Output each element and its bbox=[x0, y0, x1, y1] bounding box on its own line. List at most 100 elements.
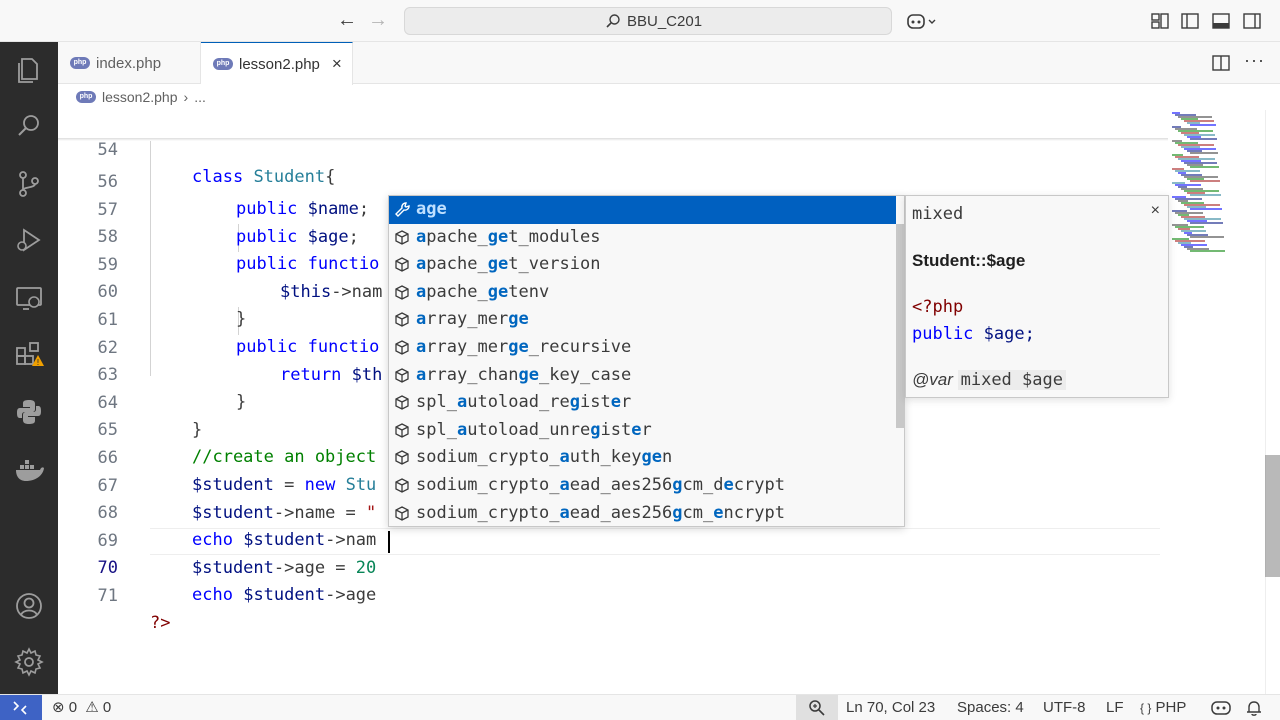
suggest-item-label: sodium_crypto_aead_aes256gcm_decrypt bbox=[416, 475, 785, 495]
suggest-item[interactable]: sodium_crypto_auth_keygen bbox=[389, 444, 896, 472]
method-icon bbox=[395, 423, 409, 438]
indentation[interactable]: Spaces: 4 bbox=[957, 698, 1024, 718]
text-cursor bbox=[388, 531, 390, 553]
zoom-button[interactable] bbox=[796, 695, 838, 720]
php-file-icon: php bbox=[213, 58, 233, 70]
search-icon bbox=[606, 14, 620, 28]
end-of-line[interactable]: LF bbox=[1106, 698, 1124, 718]
error-icon: ⊗ bbox=[52, 699, 65, 716]
toggle-secondary-sidebar-icon[interactable] bbox=[1242, 11, 1262, 31]
extensions-icon[interactable]: ! bbox=[13, 339, 45, 371]
minimap-line bbox=[1190, 124, 1216, 126]
code-line: 57 public $age; bbox=[58, 170, 1168, 247]
language-mode[interactable]: { } PHP bbox=[1140, 698, 1186, 718]
remote-explorer-icon[interactable] bbox=[13, 282, 45, 314]
details-symbol: Student::$age bbox=[912, 251, 1026, 270]
method-icon bbox=[395, 257, 409, 272]
editor-tabs: php index.php php lesson2.php × ··· bbox=[58, 42, 1280, 85]
back-arrow-icon[interactable]: ← bbox=[335, 8, 359, 32]
split-editor-icon[interactable] bbox=[1212, 54, 1230, 72]
encoding[interactable]: UTF-8 bbox=[1043, 698, 1086, 718]
run-debug-icon[interactable] bbox=[13, 224, 45, 256]
editor-scrollbar-thumb[interactable] bbox=[1265, 455, 1280, 577]
suggest-item-label: spl_autoload_unregister bbox=[416, 419, 652, 440]
more-actions-icon[interactable]: ··· bbox=[1244, 50, 1265, 71]
notifications-bell-icon[interactable] bbox=[1245, 699, 1263, 717]
minimap-line bbox=[1190, 194, 1221, 196]
command-center[interactable]: BBU_C201 bbox=[404, 7, 892, 35]
suggest-item-label: array_change_key_case bbox=[416, 364, 632, 385]
breadcrumb-symbol[interactable]: ... bbox=[194, 89, 206, 105]
suggest-item[interactable]: sodium_crypto_aead_aes256gcm_encrypt bbox=[389, 500, 896, 528]
suggest-details: mixed × Student::$age <?php public $age;… bbox=[905, 195, 1169, 398]
close-icon[interactable]: × bbox=[1151, 202, 1160, 220]
status-bar: ⊗ 0 ⚠ 0 Ln 70, Col 23 Spaces: 4 UTF-8 LF… bbox=[0, 694, 1280, 720]
copilot-status-icon[interactable] bbox=[1210, 699, 1232, 717]
suggest-item-label: apache_getenv bbox=[416, 281, 550, 302]
minimap-line bbox=[1190, 180, 1220, 182]
toggle-primary-sidebar-icon[interactable] bbox=[1180, 11, 1200, 31]
minimap-line bbox=[1190, 222, 1223, 224]
breadcrumb: php lesson2.php › ... bbox=[76, 86, 206, 108]
suggest-item[interactable]: array_merge_recursive bbox=[389, 334, 896, 362]
suggest-item[interactable]: sodium_crypto_aead_aes256gcm_decrypt bbox=[389, 472, 896, 500]
python-icon[interactable] bbox=[13, 396, 45, 428]
details-type: mixed bbox=[912, 204, 964, 224]
code-line: 71 ?> bbox=[58, 556, 1168, 633]
suggest-scrollbar[interactable] bbox=[896, 224, 905, 428]
explorer-icon[interactable] bbox=[13, 54, 45, 86]
editor-scrollbar-track[interactable] bbox=[1265, 110, 1280, 694]
accounts-icon[interactable] bbox=[13, 590, 45, 622]
method-icon bbox=[395, 367, 409, 383]
code-line: 56 public $name; bbox=[58, 142, 1168, 219]
search-icon[interactable] bbox=[13, 110, 45, 142]
details-code-decl: public $age; bbox=[912, 324, 1035, 344]
activity-bar: ! bbox=[0, 42, 58, 694]
method-icon bbox=[395, 395, 409, 410]
suggest-item-label: sodium_crypto_auth_keygen bbox=[416, 447, 673, 468]
php-file-icon: php bbox=[76, 91, 96, 103]
suggest-item[interactable]: spl_autoload_register bbox=[389, 389, 896, 417]
remote-indicator[interactable] bbox=[0, 695, 42, 720]
error-count: 0 bbox=[68, 699, 78, 716]
code-line-current: 70 echo $student->age bbox=[58, 528, 1168, 605]
suggest-item[interactable]: apache_getenv bbox=[389, 279, 896, 307]
suggest-item-label: sodium_crypto_aead_aes256gcm_encrypt bbox=[416, 502, 785, 523]
suggest-widget[interactable]: age apache_get_modules apache_get_version a… bbox=[388, 195, 905, 527]
toggle-panel-icon[interactable] bbox=[1211, 11, 1231, 31]
details-code-open: <?php bbox=[912, 297, 964, 317]
minimap-line bbox=[1190, 236, 1224, 238]
warning-count: 0 bbox=[102, 699, 112, 716]
method-icon bbox=[395, 285, 409, 300]
method-icon bbox=[395, 478, 409, 493]
close-icon[interactable]: × bbox=[332, 54, 342, 74]
minimap[interactable] bbox=[1168, 110, 1264, 260]
suggest-item[interactable]: array_merge bbox=[389, 306, 896, 334]
remote-icon bbox=[13, 701, 27, 715]
minimap-line bbox=[1190, 138, 1217, 140]
minimap-line bbox=[1190, 166, 1219, 168]
minimap-line bbox=[1190, 250, 1225, 252]
braces-icon: { } bbox=[1140, 701, 1152, 715]
suggest-item[interactable]: apache_get_modules bbox=[389, 224, 896, 252]
tab-index-php[interactable]: php index.php bbox=[58, 42, 201, 84]
tab-lesson2-php[interactable]: php lesson2.php × bbox=[201, 42, 353, 85]
minimap-line bbox=[1190, 208, 1222, 210]
cursor-position[interactable]: Ln 70, Col 23 bbox=[846, 698, 935, 718]
customize-layout-icon[interactable] bbox=[1150, 11, 1170, 31]
details-doc: @var mixed $age bbox=[912, 370, 1066, 390]
suggest-item[interactable]: apache_get_version bbox=[389, 251, 896, 279]
copilot-icon[interactable] bbox=[906, 11, 938, 31]
source-control-icon[interactable] bbox=[13, 168, 45, 200]
docker-icon[interactable] bbox=[13, 454, 45, 486]
method-icon bbox=[395, 340, 409, 355]
property-icon bbox=[395, 202, 410, 217]
forward-arrow-icon[interactable]: → bbox=[366, 8, 390, 32]
breadcrumb-file[interactable]: lesson2.php bbox=[102, 89, 178, 105]
suggest-item[interactable]: spl_autoload_unregister bbox=[389, 417, 896, 445]
settings-gear-icon[interactable] bbox=[13, 646, 45, 678]
suggest-item-label: spl_autoload_register bbox=[416, 392, 632, 413]
suggest-item[interactable]: age bbox=[389, 196, 896, 224]
problems-indicator[interactable]: ⊗ 0 ⚠ 0 bbox=[52, 698, 111, 718]
suggest-item[interactable]: array_change_key_case bbox=[389, 362, 896, 390]
